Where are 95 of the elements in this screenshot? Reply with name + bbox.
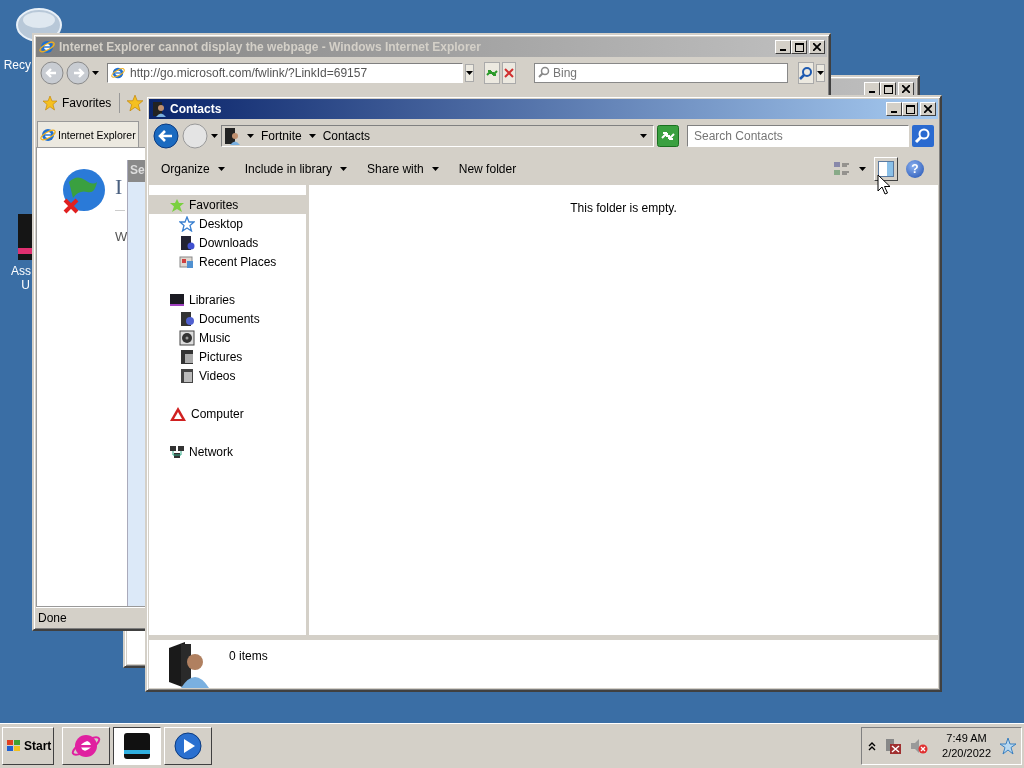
window-title: Contacts <box>170 102 222 116</box>
maximize-icon <box>905 104 915 114</box>
search-icon <box>799 66 813 80</box>
preview-pane-button[interactable] <box>874 157 898 181</box>
desktop-icon <box>179 215 195 232</box>
program-icon[interactable] <box>16 214 32 260</box>
computer-icon <box>169 405 187 422</box>
icon-label: U <box>21 278 31 292</box>
nav-item[interactable]: Documents <box>149 309 306 328</box>
taskbar-button[interactable] <box>113 727 161 765</box>
nav-item[interactable]: Recent Places <box>149 252 306 271</box>
search-button[interactable] <box>912 125 934 147</box>
star-icon[interactable] <box>999 737 1017 755</box>
breadcrumb-item[interactable]: Fortnite <box>261 129 302 143</box>
caret-icon <box>217 167 225 171</box>
documents-icon <box>179 310 195 327</box>
nav-item[interactable]: Pictures <box>149 347 306 366</box>
caret-icon <box>340 167 348 171</box>
search-button[interactable] <box>798 62 814 84</box>
favorites-button[interactable]: Favorites <box>40 95 114 111</box>
caret-icon[interactable] <box>247 134 254 138</box>
clock-time[interactable]: 7:49 AM <box>946 731 987 746</box>
nav-item[interactable]: Desktop <box>149 214 306 233</box>
caret-icon[interactable] <box>859 167 866 171</box>
nav-item[interactable]: Network <box>149 442 306 461</box>
search-field[interactable]: Bing <box>534 63 788 83</box>
browser-icon <box>39 39 55 55</box>
back-button[interactable] <box>153 123 179 149</box>
page-icon <box>111 66 125 80</box>
search-icon <box>912 125 934 147</box>
icon-label: Recy <box>3 58 32 72</box>
item-count: 0 items <box>229 649 268 663</box>
media-player-icon <box>173 731 203 761</box>
network-error-icon[interactable] <box>884 737 903 755</box>
browser-tab[interactable]: Internet Explorer <box>37 121 139 147</box>
maximize-button[interactable] <box>902 102 918 116</box>
clock-date[interactable]: 2/20/2022 <box>942 746 991 761</box>
address-field[interactable]: http://go.microsoft.com/fwlink/?LinkId=69157 <box>107 63 463 83</box>
maximize-icon <box>883 84 893 94</box>
caret-icon[interactable] <box>211 134 218 138</box>
volume-muted-icon[interactable] <box>910 737 929 755</box>
nav-item[interactable]: Libraries <box>149 290 306 309</box>
status-text: Done <box>38 610 67 625</box>
close-button[interactable] <box>920 102 936 116</box>
minimize-button[interactable] <box>886 102 902 116</box>
pictures-icon <box>179 348 195 365</box>
caret-icon <box>431 167 439 171</box>
address-bar[interactable]: Fortnite Contacts <box>221 125 654 147</box>
search-icon <box>538 66 550 78</box>
contacts-folder-icon <box>167 642 211 688</box>
start-button[interactable]: Start <box>2 727 54 765</box>
device-icon <box>122 731 152 761</box>
browser-icon <box>40 126 56 143</box>
star-icon <box>42 95 58 111</box>
downloads-icon <box>179 234 195 251</box>
stop-button[interactable] <box>502 62 516 84</box>
contacts-icon <box>152 101 166 117</box>
dropdown-button[interactable] <box>465 64 474 82</box>
recent-places-icon <box>179 253 195 270</box>
dropdown-icon[interactable] <box>640 134 647 138</box>
flag-icon <box>6 739 22 753</box>
close-icon <box>902 85 910 93</box>
contacts-icon <box>224 127 240 145</box>
refresh-button[interactable] <box>484 62 500 84</box>
view-options-icon <box>833 161 851 177</box>
maximize-icon <box>794 42 804 52</box>
search-options-button[interactable] <box>816 64 825 82</box>
libraries-icon <box>169 291 185 308</box>
preview-pane-icon <box>878 161 894 177</box>
empty-message: This folder is empty. <box>570 201 677 217</box>
music-icon <box>179 329 195 346</box>
close-icon <box>813 43 821 51</box>
breadcrumb-item[interactable]: Contacts <box>322 129 371 143</box>
page-heading: I <box>115 174 123 200</box>
search-field[interactable]: Search Contacts <box>687 125 909 147</box>
chevron-icon[interactable] <box>868 741 877 751</box>
nav-item[interactable]: Videos <box>149 366 306 385</box>
toolbar-button[interactable]: New folder <box>452 158 523 180</box>
nav-item[interactable]: Music <box>149 328 306 347</box>
refresh-button[interactable] <box>657 125 679 147</box>
close-icon <box>924 105 932 113</box>
stop-icon <box>503 67 515 79</box>
add-favorite-icon <box>126 94 145 112</box>
toolbar-button[interactable]: Include in library <box>238 158 354 180</box>
refresh-icon <box>657 125 679 147</box>
nav-item[interactable]: Favorites <box>149 195 306 214</box>
caret-icon[interactable] <box>92 71 99 75</box>
nav-item[interactable]: Downloads <box>149 233 306 252</box>
icon-label: Ass <box>11 264 32 278</box>
page-text: W <box>115 229 128 244</box>
videos-icon <box>179 367 195 384</box>
nav-item[interactable]: Computer <box>149 404 306 423</box>
caret-icon[interactable] <box>308 134 316 138</box>
toolbar-button[interactable]: Share with <box>361 158 445 180</box>
network-icon <box>169 443 185 460</box>
